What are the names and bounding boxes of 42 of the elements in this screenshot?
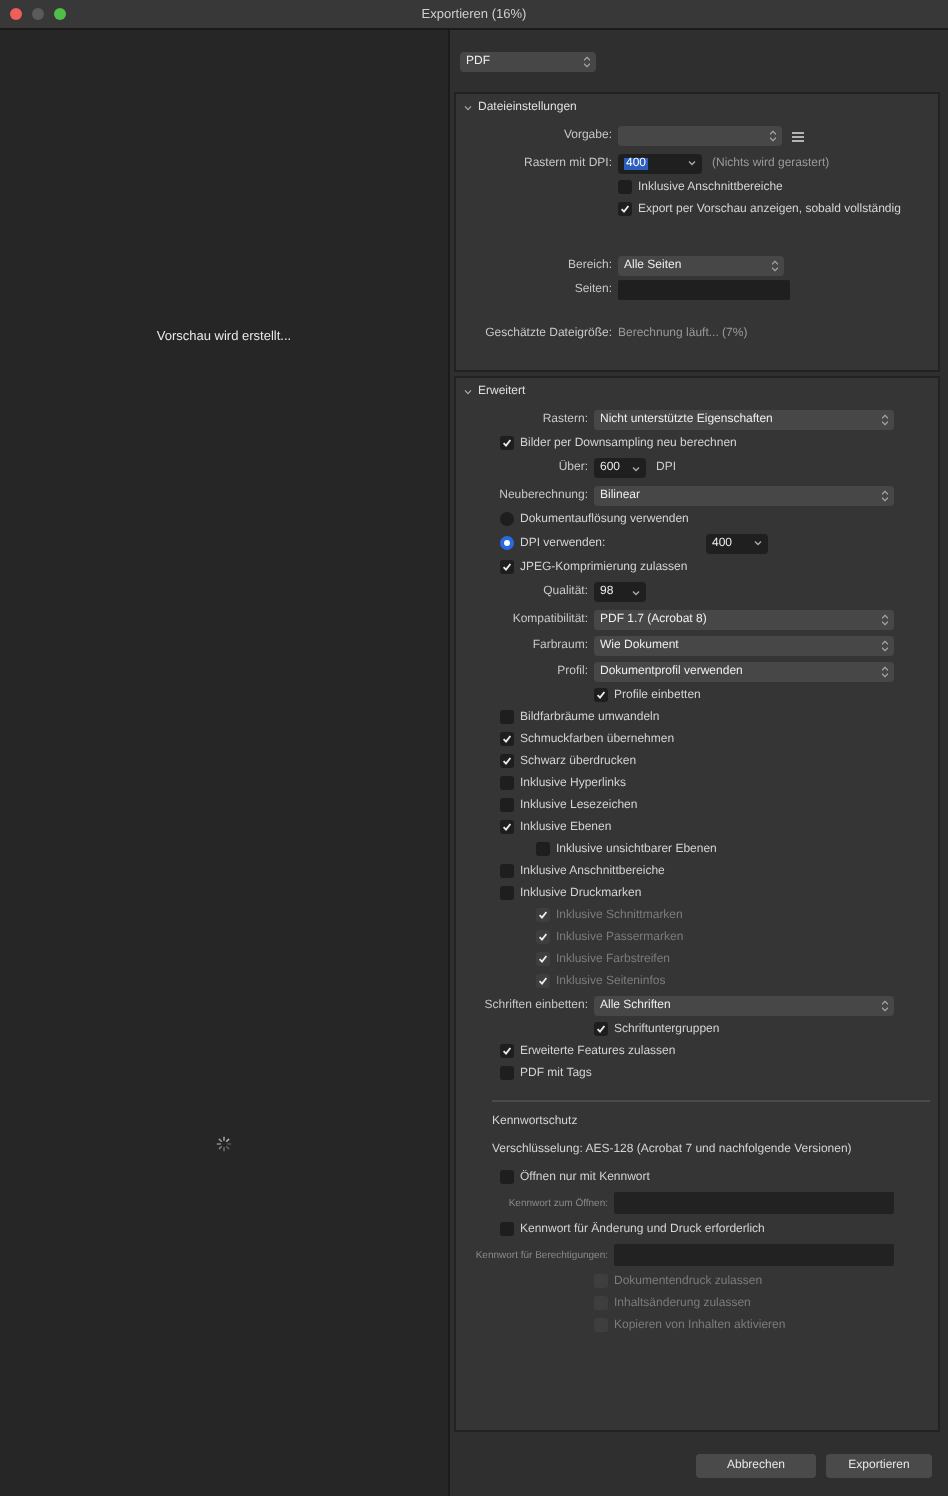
caret-icon <box>632 465 640 471</box>
checkbox[interactable] <box>500 820 514 834</box>
stepper-arrows-icon <box>882 639 888 651</box>
checkmark-icon <box>620 204 630 214</box>
spinner-icon <box>216 1136 232 1152</box>
checkmark-icon <box>596 1024 606 1034</box>
checkbox[interactable] <box>594 688 608 702</box>
checkmark-icon <box>502 756 512 766</box>
checkmark-icon <box>538 976 548 986</box>
stepper-arrows-icon <box>882 489 888 501</box>
checkmark-icon <box>502 822 512 832</box>
menu-icon[interactable] <box>792 131 804 141</box>
checkbox[interactable] <box>500 560 514 574</box>
caret-icon <box>688 160 696 166</box>
checkbox[interactable] <box>500 436 514 450</box>
zoom-button[interactable] <box>54 8 66 20</box>
stepper-arrows-icon <box>882 999 888 1011</box>
checkmark-icon <box>538 932 548 942</box>
checkmark-icon <box>502 734 512 744</box>
caret-icon <box>632 589 640 595</box>
stepper-arrows-icon <box>772 260 778 272</box>
checkbox[interactable] <box>594 1022 608 1036</box>
close-button[interactable] <box>10 8 22 20</box>
disclosure-icon[interactable] <box>464 104 472 112</box>
disclosure-icon[interactable] <box>464 388 472 396</box>
checkbox[interactable] <box>500 732 514 746</box>
stepper-arrows-icon <box>882 665 888 677</box>
checkmark-icon <box>502 562 512 572</box>
stepper-arrows-icon <box>882 613 888 625</box>
checkbox[interactable] <box>618 202 632 216</box>
checkmark-icon <box>538 910 548 920</box>
checkmark-icon <box>596 690 606 700</box>
stepper-arrows-icon <box>770 130 776 142</box>
caret-icon <box>754 540 762 546</box>
checkmark-icon <box>502 438 512 448</box>
stepper-arrows-icon <box>882 413 888 425</box>
checkbox[interactable] <box>500 754 514 768</box>
checkmark-icon <box>502 1046 512 1056</box>
checkmark-icon <box>538 954 548 964</box>
radio-button[interactable] <box>500 536 514 550</box>
stepper-arrows-icon <box>584 55 590 67</box>
checkbox[interactable] <box>500 1044 514 1058</box>
